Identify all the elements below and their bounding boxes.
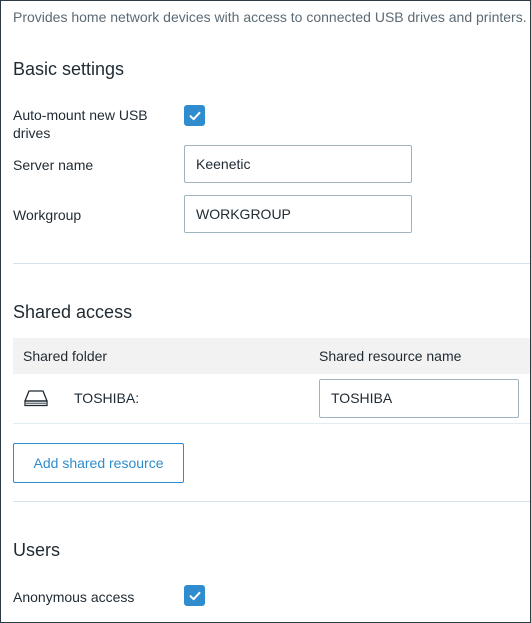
- automount-checkbox[interactable]: [184, 105, 205, 126]
- anonymous-access-label: Anonymous access: [13, 589, 135, 605]
- shared-access-title: Shared access: [13, 302, 133, 322]
- checkmark-icon: [189, 111, 200, 120]
- description-text: Provides home network devices with acces…: [13, 9, 527, 25]
- table-row-separator: [13, 423, 530, 424]
- automount-label: Auto-mount new USB drives: [13, 107, 148, 141]
- server-name-input[interactable]: Keenetic: [184, 145, 412, 183]
- basic-settings-title: Basic settings: [13, 59, 125, 79]
- section-divider: [13, 501, 530, 502]
- add-shared-resource-button[interactable]: Add shared resource: [13, 443, 184, 483]
- anonymous-access-checkbox[interactable]: [184, 585, 205, 606]
- checkmark-icon: [189, 591, 200, 600]
- column-shared-folder: Shared folder: [23, 348, 108, 364]
- section-divider: [13, 263, 530, 264]
- shared-folder-name: TOSHIBA:: [74, 390, 140, 406]
- users-title: Users: [13, 540, 61, 560]
- shared-resource-name-input[interactable]: TOSHIBA: [319, 379, 519, 418]
- workgroup-label: Workgroup: [13, 207, 82, 223]
- workgroup-input[interactable]: WORKGROUP: [184, 195, 412, 233]
- column-shared-resource-name: Shared resource name: [319, 348, 462, 364]
- shared-table-header: Shared folder Shared resource name: [13, 338, 530, 374]
- usb-drive-icon: [24, 390, 48, 407]
- usb-sharing-settings-panel: Provides home network devices with acces…: [0, 0, 531, 623]
- server-name-label: Server name: [13, 157, 94, 173]
